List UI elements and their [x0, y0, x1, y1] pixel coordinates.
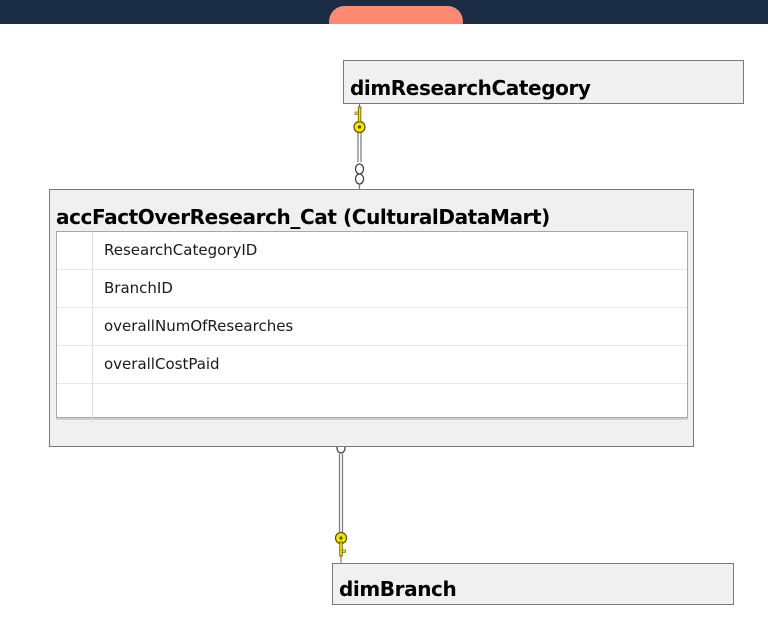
column-row[interactable]: overallNumOfResearches — [57, 308, 687, 346]
column-name: overallCostPaid — [104, 355, 220, 373]
column-row[interactable]: ResearchCategoryID — [57, 232, 687, 270]
row-selector[interactable] — [57, 308, 93, 345]
column-name: ResearchCategoryID — [104, 241, 258, 259]
row-selector[interactable] — [57, 270, 93, 307]
table-dim-branch[interactable]: dimBranch — [332, 563, 734, 605]
key-icon — [353, 106, 366, 134]
table-title: dimResearchCategory — [350, 76, 591, 100]
table-acc-fact-over-research-cat[interactable]: accFactOverResearch_Cat (CulturalDataMar… — [49, 189, 694, 447]
table-title: dimBranch — [339, 577, 457, 601]
column-row[interactable]: overallCostPaid — [57, 346, 687, 384]
infinity-icon — [354, 163, 365, 189]
relationship-research-category[interactable] — [353, 104, 366, 189]
row-selector[interactable] — [57, 232, 93, 269]
column-name: BranchID — [104, 279, 173, 297]
empty-row[interactable] — [57, 384, 687, 422]
diagram-canvas: dimResearchCategory accFactOverResearch_… — [0, 24, 768, 622]
key-icon — [334, 531, 348, 557]
row-selector[interactable] — [57, 346, 93, 383]
table-title: accFactOverResearch_Cat (CulturalDataMar… — [56, 205, 550, 229]
row-selector[interactable] — [57, 384, 93, 422]
column-row[interactable]: BranchID — [57, 270, 687, 308]
column-name: overallNumOfResearches — [104, 317, 294, 335]
column-grid: ResearchCategoryID BranchID overallNumOf… — [56, 231, 688, 422]
divider — [56, 418, 688, 420]
table-dim-research-category[interactable]: dimResearchCategory — [343, 60, 744, 104]
relationship-branch[interactable] — [334, 429, 348, 563]
